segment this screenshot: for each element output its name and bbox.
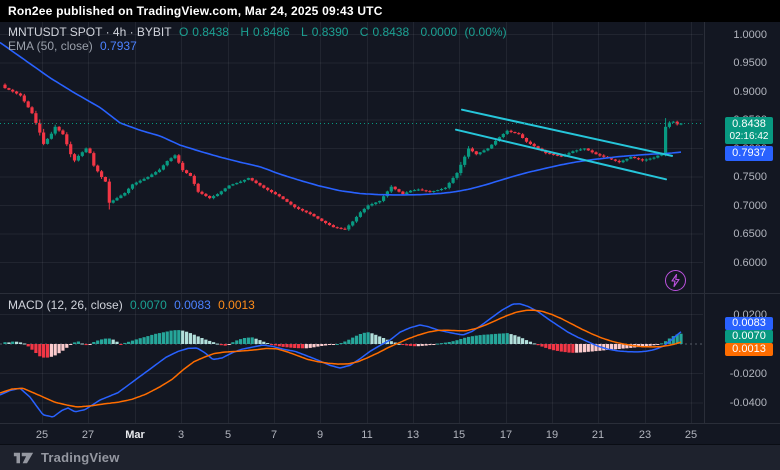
boost-button[interactable]: [665, 270, 686, 291]
time-axis-label: 25: [35, 429, 49, 441]
change-percent: (0.00%): [464, 25, 507, 39]
ema-label: EMA (50, close): [8, 39, 93, 53]
time-axis-label: 19: [545, 429, 559, 441]
macd-axis-label: -0.0200: [729, 367, 767, 380]
macd-hist-value-tag: 0.0070: [725, 330, 773, 343]
chart-canvas[interactable]: [0, 0, 780, 470]
last-price-value: 0.8438: [732, 118, 766, 130]
symbol-title: MNTUSDT SPOT · 4h · BYBIT: [8, 25, 172, 39]
lightning-bolt-icon: [671, 274, 680, 287]
time-axis-label: 3: [177, 429, 185, 441]
attribution-bar: Ron2ee published on TradingView.com, Mar…: [0, 0, 780, 22]
time-axis-label: 21: [591, 429, 605, 441]
time-axis-label: 27: [81, 429, 95, 441]
high-value: 0.8486: [253, 25, 290, 39]
macd-value-tag: 0.0083: [725, 317, 773, 330]
price-axis-label: 0.6000: [733, 256, 767, 269]
price-axis-label: 0.6500: [733, 228, 767, 240]
time-axis-label: 9: [316, 429, 324, 441]
price-axis[interactable]: [705, 22, 780, 423]
time-axis-label: 13: [406, 429, 420, 441]
macd-line-value: 0.0083: [174, 298, 211, 312]
low-value: 0.8390: [311, 25, 349, 39]
time-axis-label: 5: [224, 429, 232, 441]
tradingview-logo-icon[interactable]: [13, 451, 34, 465]
low-label: L: [301, 25, 308, 39]
price-axis-label: 0.7500: [733, 171, 767, 183]
close-value: 0.8438: [372, 25, 410, 39]
attribution-text: Ron2ee published on TradingView.com, Mar…: [8, 4, 383, 18]
price-axis-label: 1.0000: [733, 28, 767, 41]
time-axis-label: 25: [684, 429, 698, 441]
macd-legend: MACD (12, 26, close) 0.0070 0.0083 0.001…: [8, 298, 259, 312]
price-axis-label: 0.7000: [733, 199, 767, 212]
macd-hist-value: 0.0070: [130, 298, 167, 312]
tradingview-logo-text[interactable]: TradingView: [41, 450, 120, 465]
macd-signal-value: 0.0013: [218, 298, 255, 312]
time-axis-label: 17: [499, 429, 513, 441]
macd-signal-value-tag: 0.0013: [725, 343, 773, 356]
symbol-legend: MNTUSDT SPOT · 4h · BYBIT O 0.8438 H 0.848…: [8, 25, 511, 39]
open-value: 0.8438: [192, 25, 229, 39]
close-label: C: [359, 25, 369, 39]
high-label: H: [240, 25, 249, 39]
time-axis-label: 7: [270, 429, 278, 441]
price-axis-label: 0.9500: [733, 57, 767, 69]
time-axis-label: 11: [361, 429, 373, 441]
bar-countdown: 02:16:42: [729, 131, 769, 142]
tradingview-chart-window: Ron2ee published on TradingView.com, Mar…: [0, 0, 780, 470]
footer-bar: TradingView: [0, 444, 780, 470]
time-axis-label: 15: [452, 429, 466, 441]
macd-label: MACD (12, 26, close): [8, 298, 123, 312]
ema-value: 0.7937: [100, 39, 137, 53]
ema-price-tag: 0.7937: [725, 146, 773, 161]
macd-axis-label: -0.0400: [729, 397, 767, 409]
price-axis-label: 0.9000: [733, 85, 767, 98]
change-value: 0.0000: [420, 25, 458, 39]
open-label: O: [178, 25, 189, 39]
last-price-tag: 0.8438 02:16:42: [725, 117, 773, 144]
time-axis-label: 23: [638, 429, 652, 441]
time-axis-label: Mar: [125, 429, 145, 441]
ema-legend: EMA (50, close) 0.7937: [8, 39, 141, 53]
time-axis[interactable]: [0, 424, 780, 444]
